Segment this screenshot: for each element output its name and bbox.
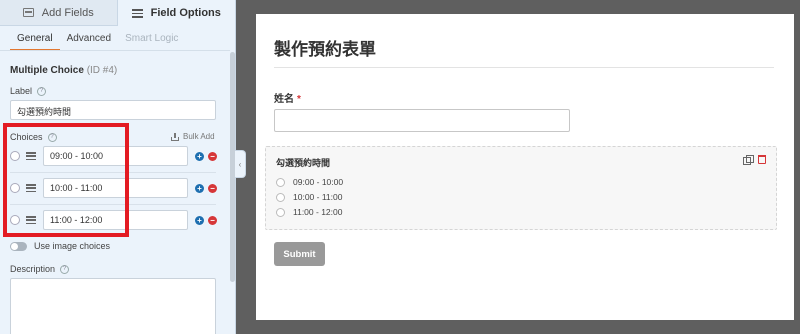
plus-circle-icon[interactable]: + (195, 183, 204, 193)
help-circle-icon[interactable]: ? (60, 264, 70, 274)
tab-add-fields-label: Add Fields (41, 6, 94, 19)
form-title: 製作預約表單 (274, 40, 376, 59)
required-mark: * (297, 94, 301, 105)
download-icon (171, 132, 179, 141)
minus-circle-icon[interactable]: − (208, 215, 217, 225)
minus-circle-icon[interactable]: − (208, 151, 217, 161)
subtab-general[interactable]: General (10, 31, 60, 51)
submit-button[interactable]: Submit (274, 242, 325, 266)
choice-field-label: 勾選預約時間 (276, 158, 331, 168)
trash-icon[interactable] (758, 155, 766, 164)
divider (274, 67, 774, 68)
bulk-add-button[interactable]: Bulk Add (171, 132, 215, 141)
choice-option[interactable]: 11:00 - 12:00 (276, 207, 342, 217)
name-field-label-text: 姓名 (274, 94, 294, 105)
label-input-value: 勾選預約時間 (17, 107, 72, 117)
option-radio[interactable] (276, 177, 285, 187)
label-heading-text: Label (10, 86, 33, 96)
fields-icon (22, 8, 34, 17)
option-label: 11:00 - 12:00 (293, 207, 343, 217)
label-heading: Label ? (10, 86, 47, 96)
field-title: Multiple Choice (ID #4) (10, 65, 117, 76)
name-input[interactable] (274, 109, 570, 132)
bulk-add-label: Bulk Add (183, 132, 215, 141)
description-heading-text: Description (10, 264, 56, 274)
subtab-smart-logic[interactable]: Smart Logic (118, 31, 185, 51)
collapse-panel-button[interactable]: ‹ (235, 150, 246, 178)
image-choices-label: Use image choices (34, 241, 111, 251)
choice-option[interactable]: 10:00 - 11:00 (276, 192, 342, 202)
minus-circle-icon[interactable]: − (208, 183, 217, 193)
name-field-label: 姓名 * (274, 90, 301, 105)
field-id: (ID #4) (86, 65, 118, 76)
sliders-icon (131, 8, 143, 18)
divider (0, 50, 230, 51)
form-preview: 製作預約表單 姓名 * 勾選預約時間 09:00 - 10:00 10:00 - … (256, 14, 794, 320)
field-type: Multiple Choice (10, 65, 84, 76)
plus-circle-icon[interactable]: + (195, 215, 204, 225)
tab-field-options-label: Field Options (150, 7, 221, 19)
option-label: 09:00 - 10:00 (293, 177, 344, 187)
field-tools (743, 155, 766, 165)
description-heading: Description ? (10, 264, 70, 274)
label-input[interactable]: 勾選預約時間 (10, 100, 216, 120)
selected-choice-field[interactable]: 勾選預約時間 09:00 - 10:00 10:00 - 11:00 11:00… (265, 146, 777, 230)
choices-highlight-box (3, 123, 129, 237)
sub-tabs: General Advanced Smart Logic (10, 31, 185, 51)
subtab-advanced[interactable]: Advanced (60, 31, 118, 51)
choice-option[interactable]: 09:00 - 10:00 (276, 177, 343, 187)
duplicate-icon[interactable] (743, 155, 754, 165)
help-circle-icon[interactable]: ? (37, 86, 47, 96)
image-choices-toggle-row: Use image choices (10, 241, 110, 251)
panel-tabs: Add Fields Field Options (0, 0, 235, 26)
option-label: 10:00 - 11:00 (293, 192, 343, 202)
chevron-left-icon: ‹ (238, 159, 242, 169)
option-radio[interactable] (276, 207, 285, 217)
description-textarea[interactable] (10, 278, 216, 334)
plus-circle-icon[interactable]: + (195, 151, 204, 161)
image-choices-toggle[interactable] (10, 241, 27, 251)
tab-add-fields[interactable]: Add Fields (0, 0, 118, 26)
option-radio[interactable] (276, 192, 285, 202)
tab-field-options[interactable]: Field Options (117, 0, 235, 26)
